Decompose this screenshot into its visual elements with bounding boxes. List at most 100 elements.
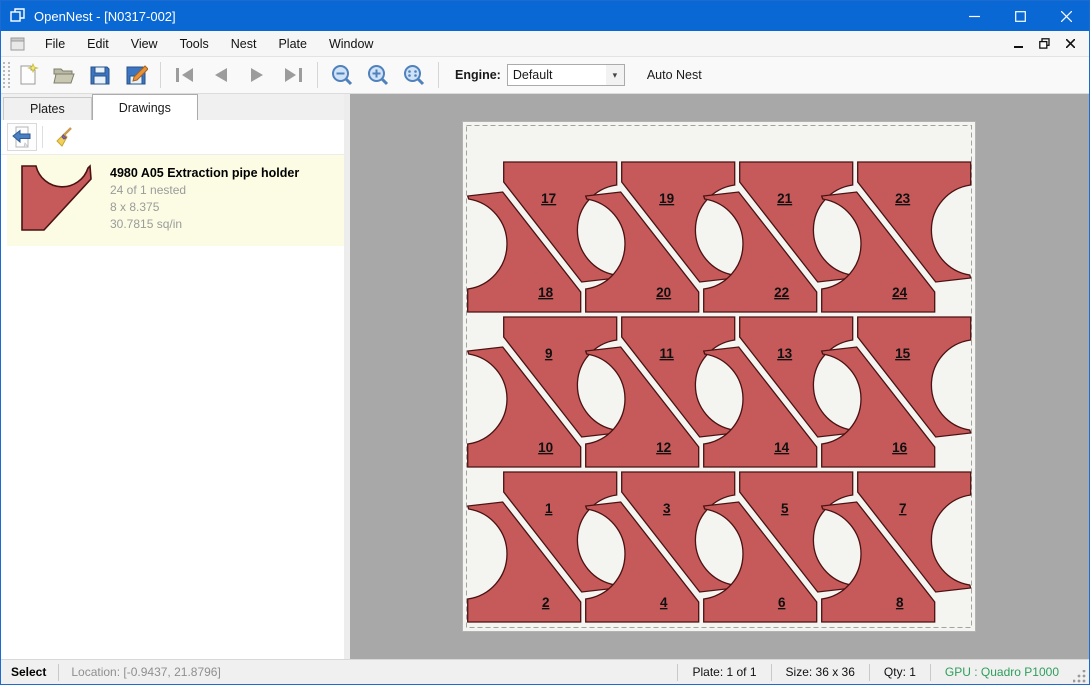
part-number-label: 22 [774,285,789,300]
part-number-label: 20 [656,285,671,300]
status-bar: Select Location: [-0.9437, 21.8796] Plat… [1,659,1089,684]
clean-button[interactable] [48,123,78,151]
menu-tools[interactable]: Tools [169,31,220,56]
main-toolbar: Engine: Default ▾ Auto Nest [1,57,1089,94]
new-document-button[interactable] [10,59,46,91]
part-number-label: 2 [542,595,550,610]
import-arrow-icon [11,126,33,148]
open-file-button[interactable] [46,59,82,91]
previous-plate-button[interactable] [203,59,239,91]
part-number-label: 12 [656,440,671,455]
part-number-label: 23 [895,191,911,206]
panel-toolbar-separator [42,126,43,148]
part-number-label: 21 [777,191,793,206]
menu-view[interactable]: View [120,31,169,56]
toolbar-separator [317,62,318,88]
drawing-nested-count: 24 of 1 nested [110,183,299,197]
save-as-button[interactable] [118,59,154,91]
window-title: OpenNest - [N0317-002] [34,9,176,24]
zoom-fit-icon [402,63,426,87]
part-number-label: 15 [895,346,911,361]
auto-nest-button[interactable]: Auto Nest [639,64,710,86]
toolbar-separator [438,62,439,88]
drawings-toolbar [1,120,344,155]
mdi-minimize-button[interactable] [1005,33,1031,55]
menu-edit[interactable]: Edit [76,31,120,56]
status-plate: Plate: 1 of 1 [678,665,770,679]
open-folder-icon [52,63,76,87]
status-location: Location: [-0.9437, 21.8796] [59,665,232,679]
save-button[interactable] [82,59,118,91]
broom-icon [52,126,74,148]
left-panel: Plates Drawings [1,94,350,659]
zoom-fit-button[interactable] [396,59,432,91]
menu-bar: File Edit View Tools Nest Plate Window [1,31,1089,57]
import-drawing-button[interactable] [7,123,37,151]
save-as-icon [124,63,148,87]
mdi-close-button[interactable] [1057,33,1083,55]
zoom-out-icon [330,63,354,87]
zoom-in-button[interactable] [360,59,396,91]
part-thumbnail-icon [17,164,95,234]
last-arrow-icon [281,63,305,87]
part-number-label: 10 [538,440,553,455]
menu-file[interactable]: File [34,31,76,56]
menu-window[interactable]: Window [318,31,384,56]
drawing-list-item[interactable]: 4980 A05 Extraction pipe holder 24 of 1 … [7,155,344,246]
last-plate-button[interactable] [275,59,311,91]
nest-canvas[interactable]: 171819202122232491011121314151612345678 [350,94,1089,659]
chevron-down-icon[interactable]: ▾ [606,65,624,85]
toolbar-separator [160,62,161,88]
part-number-label: 13 [777,346,793,361]
part-number-label: 6 [778,595,786,610]
drawing-title: 4980 A05 Extraction pipe holder [110,166,299,180]
engine-combobox[interactable]: Default ▾ [507,64,625,86]
drawing-thumbnail [17,164,95,237]
part-number-label: 17 [541,191,556,206]
new-document-icon [16,63,40,87]
next-arrow-icon [245,63,269,87]
tab-drawings[interactable]: Drawings [92,94,198,120]
drawing-area: 30.7815 sq/in [110,217,299,231]
next-plate-button[interactable] [239,59,275,91]
resize-grip[interactable] [1073,670,1087,684]
tab-plates[interactable]: Plates [3,97,92,120]
toolbar-grip[interactable] [3,62,10,88]
app-icon [10,8,26,24]
status-gpu: GPU : Quadro P1000 [931,665,1073,679]
menu-plate[interactable]: Plate [267,31,318,56]
part-number-label: 5 [781,501,789,516]
first-arrow-icon [173,63,197,87]
previous-arrow-icon [209,63,233,87]
part-number-label: 16 [892,440,908,455]
app-window: OpenNest - [N0317-002] File Edit View To… [0,0,1090,685]
plate[interactable]: 171819202122232491011121314151612345678 [462,121,976,632]
part-number-label: 3 [663,501,671,516]
maximize-button[interactable] [997,1,1043,31]
title-bar: OpenNest - [N0317-002] [1,1,1089,31]
part-number-label: 8 [896,595,904,610]
part-number-label: 9 [545,346,553,361]
drawing-size: 8 x 8.375 [110,200,299,214]
part-number-label: 7 [899,501,907,516]
save-icon [88,63,112,87]
zoom-out-button[interactable] [324,59,360,91]
part-number-label: 19 [659,191,674,206]
tab-strip: Plates Drawings [1,94,344,120]
menu-nest[interactable]: Nest [220,31,268,56]
plate-svg[interactable]: 171819202122232491011121314151612345678 [462,121,976,632]
engine-combobox-value: Default [508,68,606,82]
minimize-button[interactable] [951,1,997,31]
mdi-document-icon[interactable] [10,37,26,51]
part-number-label: 24 [892,285,908,300]
status-qty: Qty: 1 [870,665,930,679]
status-mode: Select [1,665,58,679]
zoom-in-icon [366,63,390,87]
part-number-label: 14 [774,440,790,455]
part-number-label: 1 [545,501,553,516]
close-button[interactable] [1043,1,1089,31]
engine-label: Engine: [455,68,501,82]
part-number-label: 18 [538,285,554,300]
mdi-restore-button[interactable] [1031,33,1057,55]
first-plate-button[interactable] [167,59,203,91]
